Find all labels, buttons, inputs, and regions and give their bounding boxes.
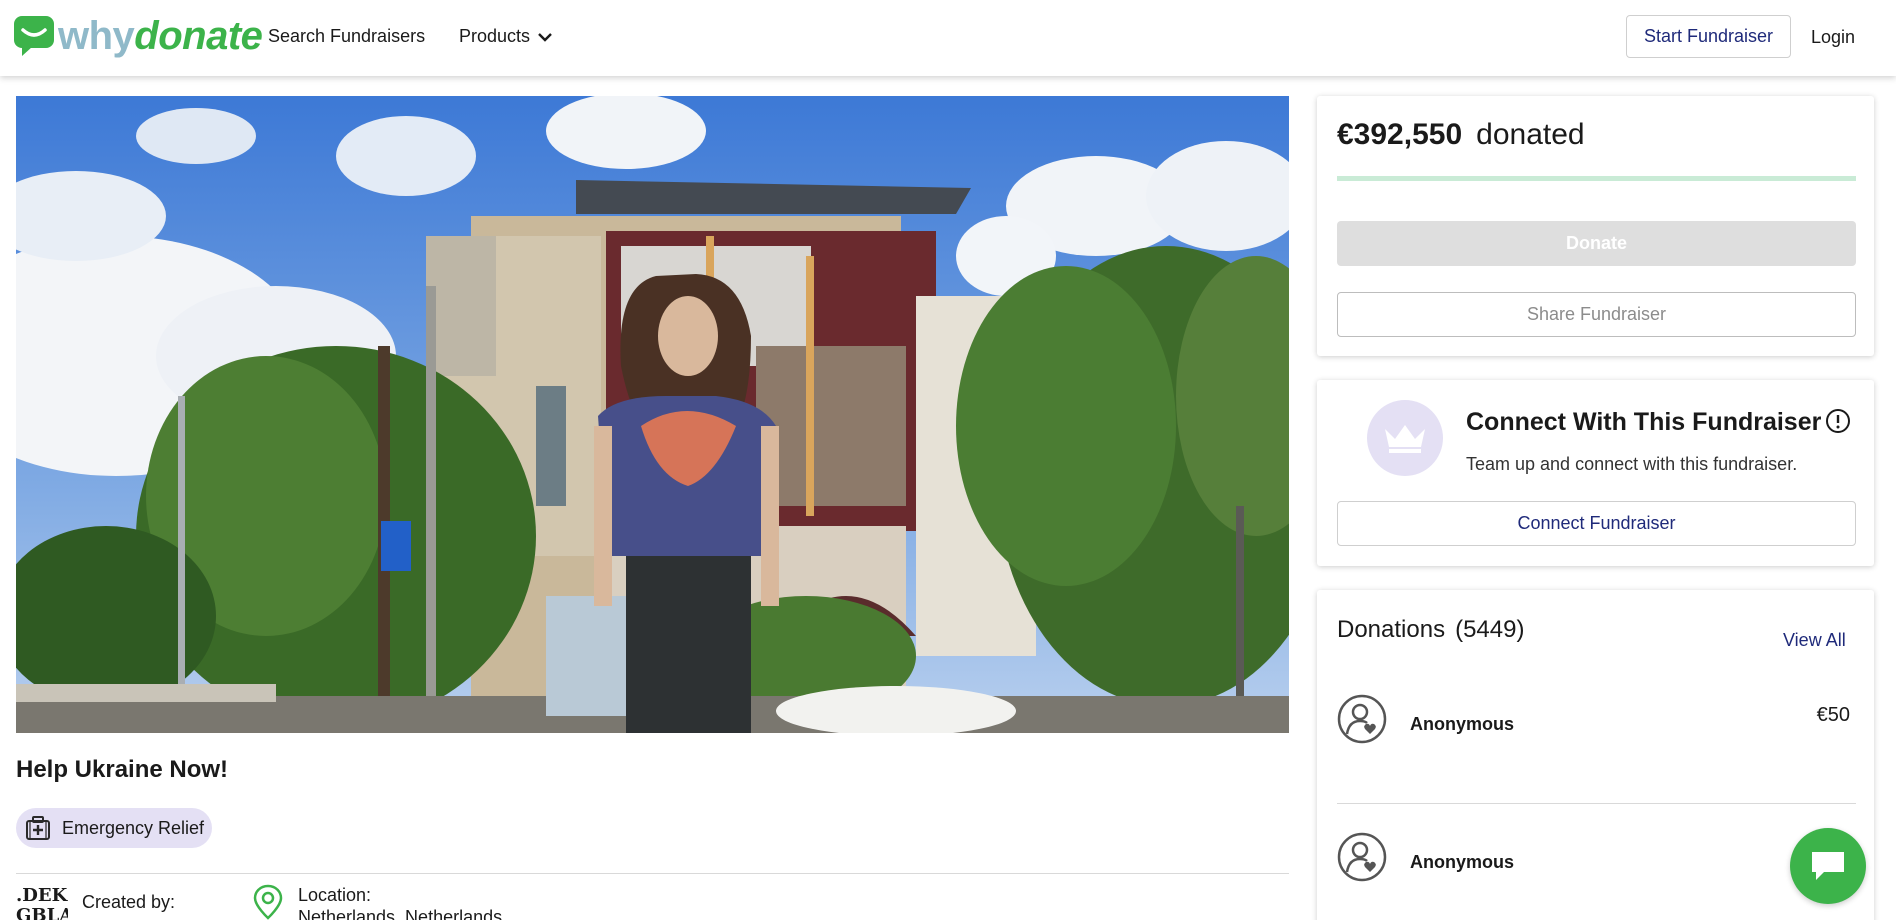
donated-amount: €392,550 donated	[1337, 118, 1585, 152]
user-heart-icon	[1337, 832, 1387, 882]
donate-button[interactable]: Donate	[1337, 221, 1856, 266]
connect-title: Connect With This Fundraiser	[1466, 408, 1851, 437]
hero-photo	[16, 96, 1289, 733]
whydonate-logo[interactable]: whydonate	[14, 10, 263, 62]
logo-why: why	[58, 14, 135, 58]
creator-logo[interactable]: .DEK GBLA	[16, 886, 68, 920]
location-info: Location: Netherlands, Netherlands	[252, 884, 502, 920]
fundraiser-hero-image	[16, 96, 1289, 733]
start-fundraiser-button[interactable]: Start Fundraiser	[1626, 15, 1791, 58]
fundraiser-title: Help Ukraine Now!	[16, 756, 229, 783]
donor-name: Anonymous	[1410, 714, 1515, 734]
donated-label: donated	[1476, 118, 1585, 151]
chat-icon	[1812, 852, 1844, 880]
donor-name: Anonymous	[1410, 852, 1515, 872]
chat-bubble-logo-icon	[14, 16, 54, 56]
map-pin-icon	[253, 884, 283, 920]
logo-donate: donate	[134, 14, 263, 58]
category-label: Emergency Relief	[62, 817, 205, 838]
nav-search-fundraisers[interactable]: Search Fundraisers	[268, 26, 425, 47]
info-icon[interactable]	[1825, 408, 1851, 434]
nav-products-dropdown[interactable]: Products	[459, 26, 552, 47]
top-navigation-bar: whydonate Search Fundraisers Products St…	[0, 0, 1896, 76]
donations-count: (5449)	[1455, 616, 1525, 643]
created-by-label: Created by:	[82, 892, 176, 912]
user-heart-icon	[1337, 694, 1387, 744]
amount-value: €392,550	[1337, 118, 1463, 151]
location-label: Location:	[298, 885, 372, 905]
connect-fundraiser-button[interactable]: Connect Fundraiser	[1337, 501, 1856, 546]
donation-list-item: Anonymous	[1337, 832, 1856, 920]
donation-summary-card: €392,550 donated Donate Share Fundraiser	[1317, 96, 1874, 356]
creator-info: .DEK GBLA Created by:	[16, 886, 175, 920]
progress-fill	[1337, 176, 1856, 181]
connect-title-text: Connect With This Fundraiser	[1466, 408, 1822, 436]
section-divider	[16, 873, 1289, 874]
nav-products-label: Products	[459, 26, 531, 46]
chevron-down-icon	[538, 32, 552, 42]
chat-widget-button[interactable]	[1790, 828, 1866, 904]
donations-heading: Donations (5449)	[1337, 616, 1524, 644]
donations-title: Donations	[1337, 616, 1446, 643]
donation-amount: €50	[1816, 704, 1850, 726]
crown-icon	[1385, 425, 1425, 453]
connect-fundraiser-card: Connect With This Fundraiser Team up and…	[1317, 380, 1874, 566]
donation-list-item: Anonymous €50	[1337, 694, 1856, 804]
location-value: Netherlands, Netherlands	[298, 907, 503, 920]
first-aid-kit-icon	[26, 816, 50, 840]
view-all-link[interactable]: View All	[1783, 630, 1846, 651]
logo-text: whydonate	[58, 14, 263, 58]
connect-subtitle: Team up and connect with this fundraiser…	[1466, 454, 1798, 474]
login-link[interactable]: Login	[1811, 27, 1855, 48]
category-tag[interactable]: Emergency Relief	[16, 808, 212, 848]
share-fundraiser-button[interactable]: Share Fundraiser	[1337, 292, 1856, 337]
donation-progress-bar	[1337, 176, 1856, 181]
crown-avatar	[1367, 400, 1443, 476]
